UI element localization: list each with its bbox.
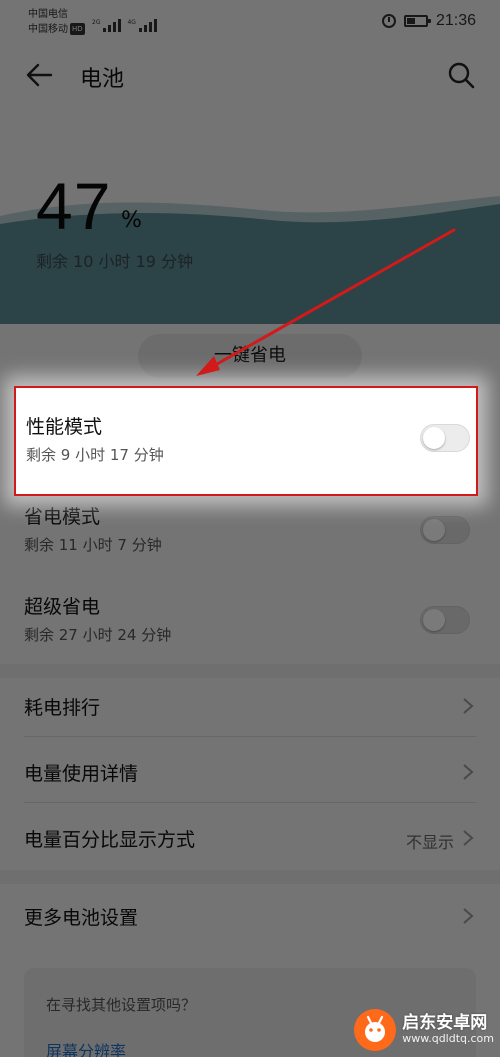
watermark-name: 启东安卓网 [402,1013,488,1034]
watermark-logo-icon [354,1009,397,1051]
annotation-arrow [196,228,456,376]
watermark-url: www.qdldtq.com [402,1032,494,1046]
site-watermark: 启东安卓网 www.qdldtq.com [352,1007,494,1053]
watermark-text: 启东安卓网 www.qdldtq.com [402,1013,494,1046]
